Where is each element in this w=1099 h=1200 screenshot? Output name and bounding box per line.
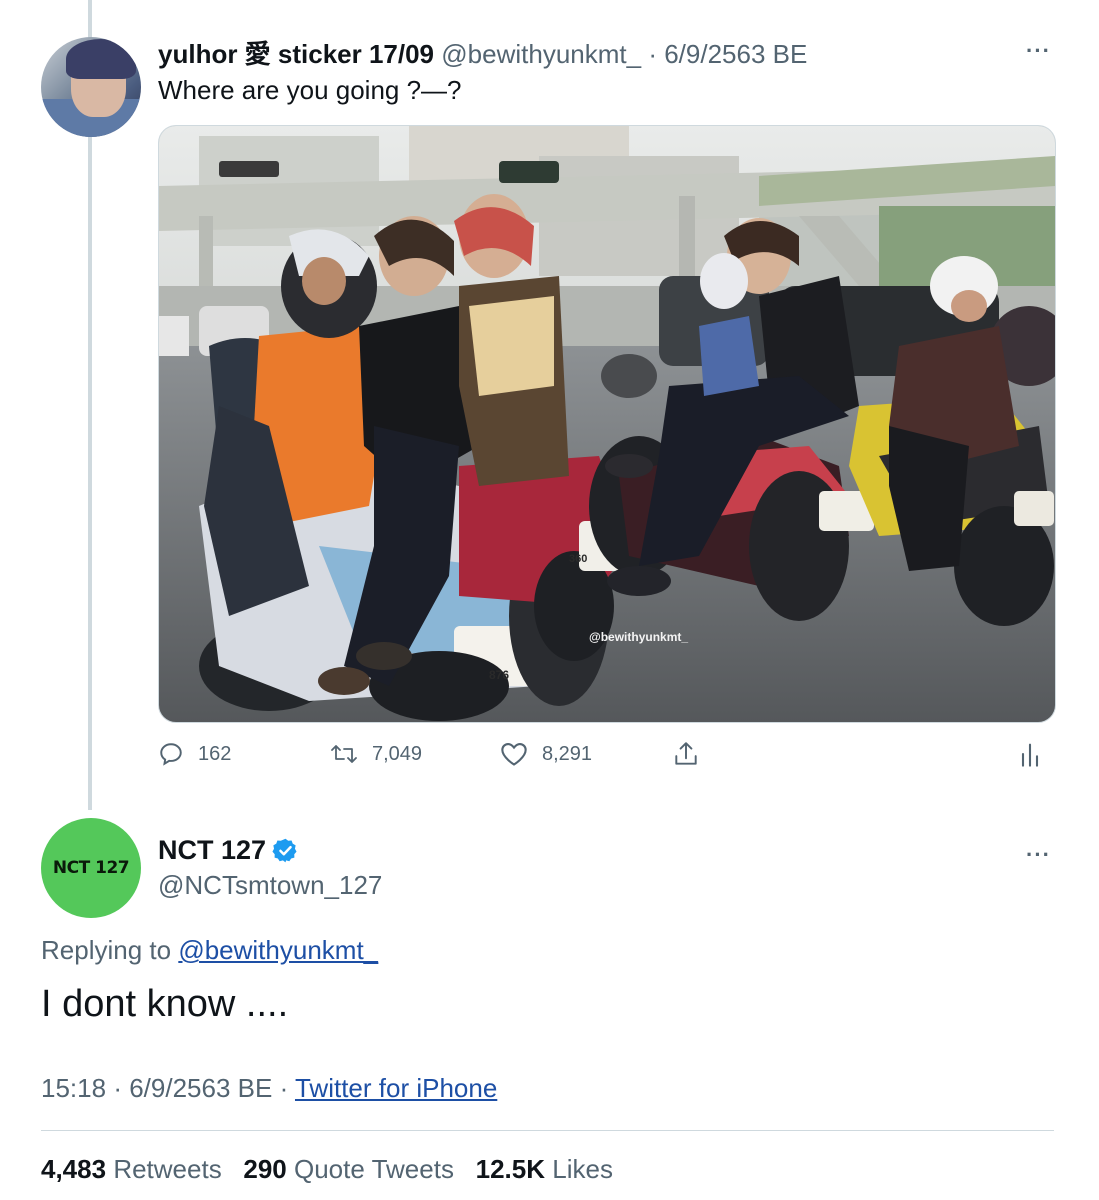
- retweets-stat[interactable]: 4,483 Retweets: [41, 1154, 222, 1184]
- photo-watermark: @bewithyunkmt_: [589, 630, 688, 644]
- more-options-icon[interactable]: ···: [1026, 842, 1051, 868]
- tweet-meta: 15:18 · 6/9/2563 BE · Twitter for iPhone: [41, 1073, 498, 1103]
- like-button[interactable]: 8,291: [500, 737, 592, 771]
- tweet-text: Where are you going ?—?: [158, 75, 462, 105]
- analytics-icon: [1021, 743, 1039, 767]
- heart-icon: [501, 743, 527, 766]
- more-options-icon[interactable]: ···: [1026, 38, 1051, 64]
- quote-tweets-stat[interactable]: 290 Quote Tweets: [243, 1154, 454, 1184]
- avatar[interactable]: [41, 37, 141, 137]
- avatar-logo-text: NCT 127: [52, 858, 130, 878]
- user-handle[interactable]: @bewithyunkmt_: [441, 39, 641, 69]
- tweet-time[interactable]: 15:18: [41, 1073, 106, 1103]
- display-name[interactable]: yulhor 愛 sticker 17/09: [158, 39, 434, 69]
- tweet-header: yulhor 愛 sticker 17/09 @bewithyunkmt_ · …: [158, 34, 807, 71]
- share-button[interactable]: [673, 737, 713, 771]
- engagement-stats: 4,483 Retweets 290 Quote Tweets 12.5K Li…: [41, 1154, 613, 1185]
- share-icon: [675, 742, 697, 765]
- analytics-button[interactable]: [1018, 737, 1056, 771]
- tweet-header: NCT 127: [158, 835, 299, 866]
- tweet-date[interactable]: 6/9/2563 BE: [129, 1073, 272, 1103]
- avatar[interactable]: NCT 127: [41, 818, 141, 918]
- likes-stat[interactable]: 12.5K Likes: [476, 1154, 613, 1184]
- like-count: 8,291: [542, 742, 593, 765]
- reply-icon: [160, 743, 182, 766]
- retweet-count: 7,049: [372, 742, 423, 765]
- tweet-photo[interactable]: @bewithyunkmt_ 360 876: [158, 125, 1056, 723]
- replying-to: Replying to @bewithyunkmt_: [41, 935, 378, 966]
- reply-count: 162: [198, 742, 232, 765]
- replying-label: Replying to: [41, 935, 172, 965]
- divider: [41, 1130, 1054, 1131]
- tweet-source-link[interactable]: Twitter for iPhone: [295, 1073, 497, 1103]
- plate-text: 360: [569, 553, 587, 565]
- replying-handle-link[interactable]: @bewithyunkmt_: [178, 935, 378, 965]
- plate-text: 876: [489, 668, 509, 682]
- verified-badge-icon: [272, 838, 297, 863]
- reply-button[interactable]: 162: [158, 737, 231, 771]
- retweet-button[interactable]: 7,049: [330, 737, 422, 771]
- tweet-text: I dont know ....: [41, 983, 289, 1025]
- display-name[interactable]: NCT 127: [158, 835, 266, 866]
- separator: ·: [648, 39, 657, 69]
- retweet-icon: [331, 745, 357, 763]
- tweet-date[interactable]: 6/9/2563 BE: [664, 39, 807, 69]
- user-handle[interactable]: @NCTsmtown_127: [158, 870, 382, 901]
